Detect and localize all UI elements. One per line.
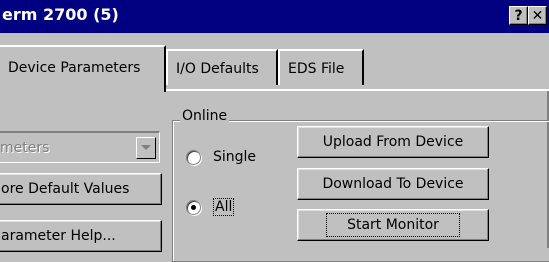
tab-label: EDS File <box>288 61 345 77</box>
parameters-dropdown[interactable]: meters <box>0 131 160 163</box>
tab-strip: Device Parameters I/O Defaults EDS File <box>0 45 549 92</box>
restore-default-values-button[interactable]: ore Default Values <box>0 173 162 205</box>
radio-label: Single <box>213 149 257 165</box>
close-title-button[interactable]: ✕ <box>528 6 547 25</box>
question-icon: ? <box>514 7 523 24</box>
button-label: Start Monitor <box>326 213 460 237</box>
radio-all[interactable]: All <box>186 198 235 216</box>
dropdown-arrow-button[interactable] <box>136 137 156 159</box>
tab-device-parameters[interactable]: Device Parameters <box>0 45 166 92</box>
window-title: erm 2700 (5) <box>2 5 119 24</box>
button-label: arameter Help... <box>1 228 116 244</box>
download-to-device-button[interactable]: Download To Device <box>297 168 489 200</box>
tab-io-defaults[interactable]: I/O Defaults <box>166 49 278 85</box>
button-label: ore Default Values <box>1 181 130 197</box>
radio-label: All <box>213 198 235 216</box>
tab-label: Device Parameters <box>8 60 141 76</box>
close-icon: ✕ <box>531 7 544 24</box>
upload-from-device-button[interactable]: Upload From Device <box>297 126 489 158</box>
button-label: Upload From Device <box>322 134 464 150</box>
tab-label: I/O Defaults <box>176 61 259 77</box>
tab-eds-file[interactable]: EDS File <box>278 49 364 85</box>
button-label: Download To Device <box>322 176 464 192</box>
chevron-down-icon <box>141 145 151 150</box>
online-group-label: Online <box>180 108 230 124</box>
radio-circle-icon <box>186 149 201 165</box>
radio-single[interactable]: Single <box>186 149 256 165</box>
dropdown-value: meters <box>0 140 50 156</box>
title-bar: erm 2700 (5) ? ✕ <box>0 0 549 33</box>
radio-checked-icon <box>186 199 201 215</box>
parameter-help-button[interactable]: arameter Help... <box>0 220 162 252</box>
start-monitor-button[interactable]: Start Monitor <box>297 209 489 241</box>
help-title-button[interactable]: ? <box>509 6 528 25</box>
